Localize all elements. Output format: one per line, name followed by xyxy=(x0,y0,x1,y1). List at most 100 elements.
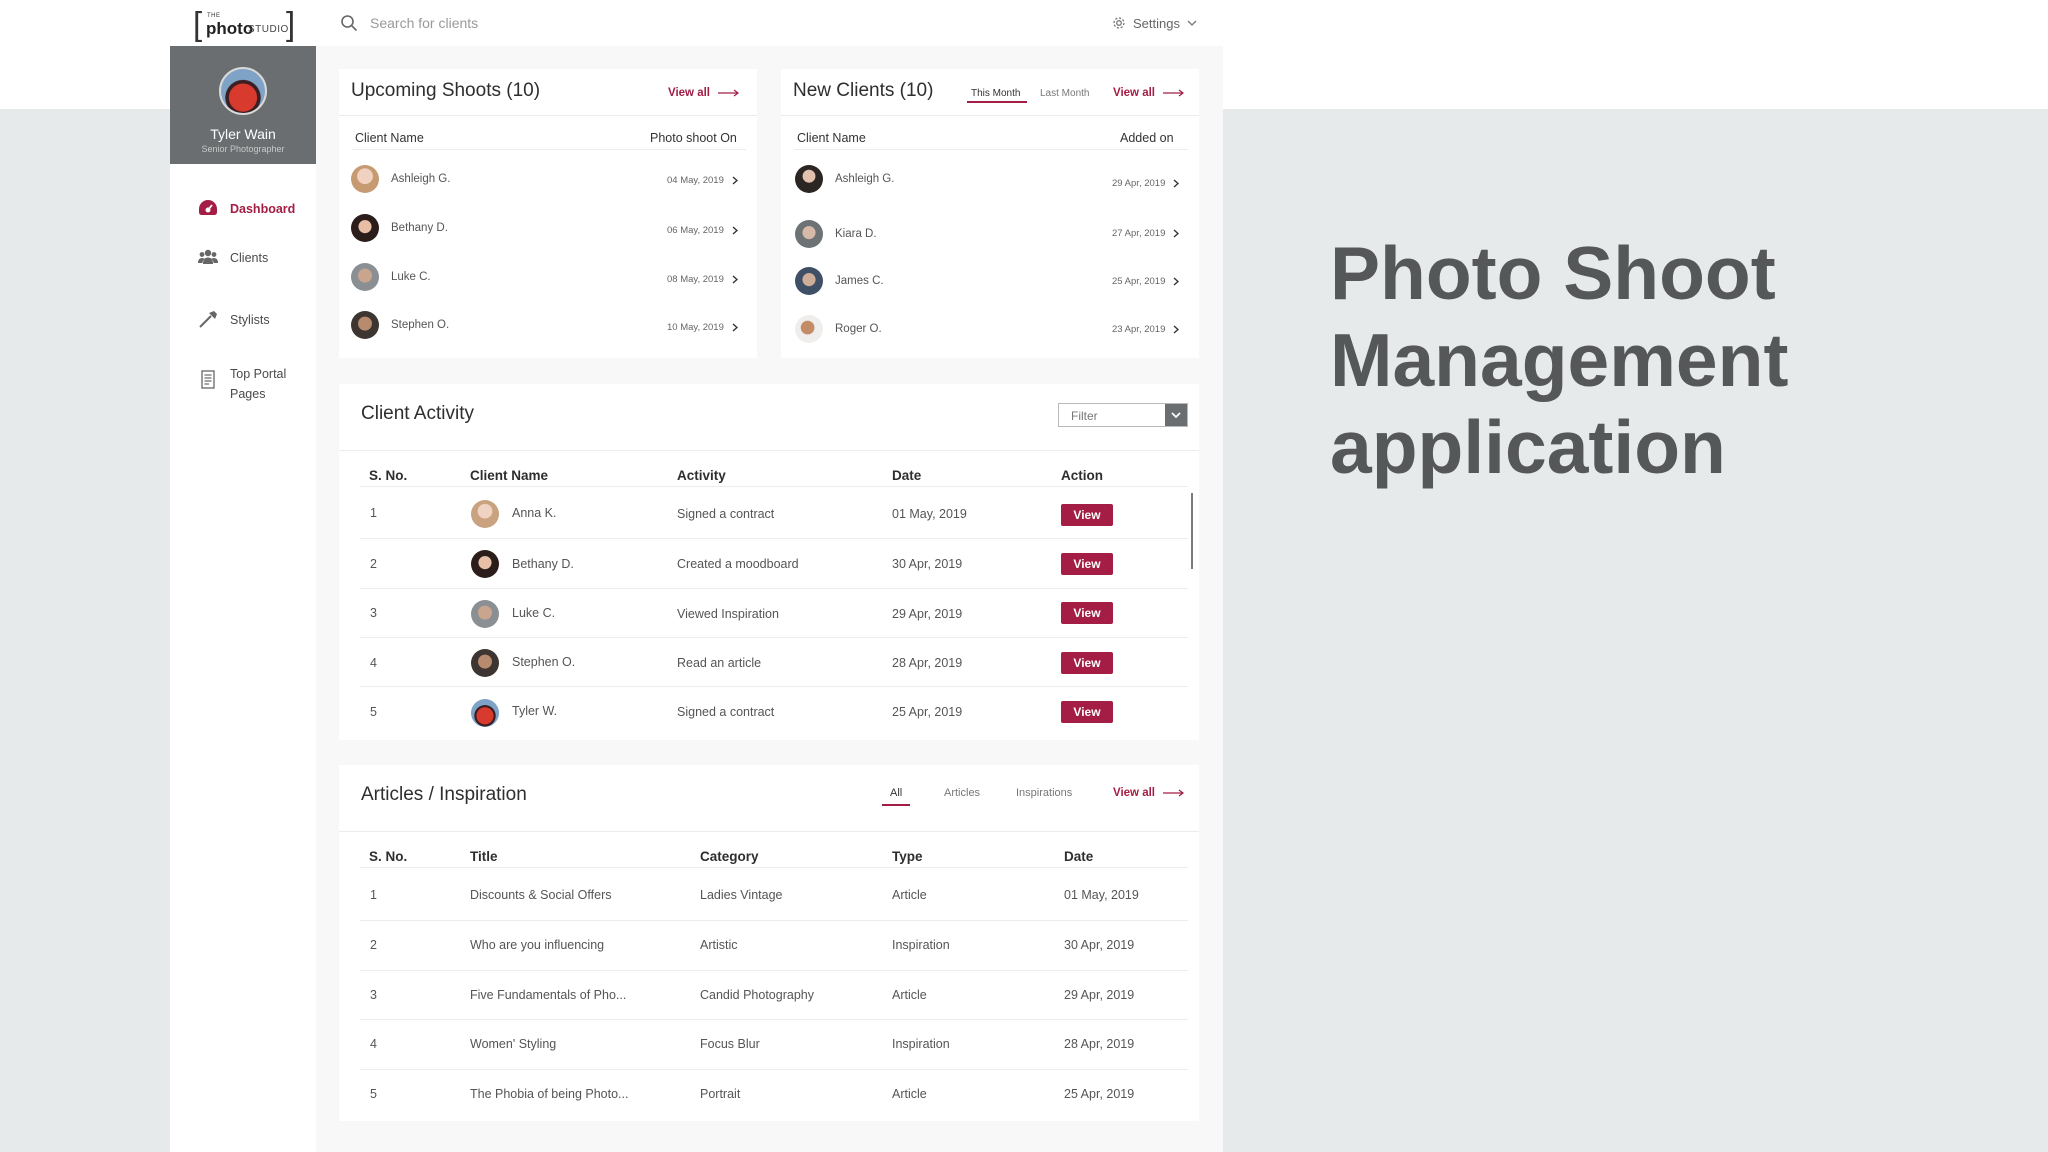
column-header-type: Type xyxy=(892,849,923,864)
pages-icon xyxy=(201,370,215,389)
cell-category: Focus Blur xyxy=(700,1037,760,1051)
avatar xyxy=(795,165,823,193)
sidebar-item-label: Top Portal Pages xyxy=(230,367,287,401)
client-name: Ashleigh G. xyxy=(835,173,895,185)
tab-articles[interactable]: Articles xyxy=(944,787,980,799)
divider xyxy=(339,450,1199,451)
added-date[interactable]: 23 Apr, 2019 xyxy=(1112,324,1180,335)
cell-client-name: Anna K. xyxy=(512,506,557,520)
scrollbar[interactable] xyxy=(1191,493,1193,569)
shoot-date[interactable]: 06 May, 2019 xyxy=(667,225,738,236)
client-name: Roger O. xyxy=(835,323,882,335)
cell-date: 01 May, 2019 xyxy=(892,507,967,521)
card-title: Upcoming Shoots (10) xyxy=(351,80,541,101)
cell-date: 30 Apr, 2019 xyxy=(892,557,963,571)
card-title: New Clients (10) xyxy=(793,80,934,101)
cell-category: Candid Photography xyxy=(700,988,814,1002)
divider xyxy=(360,637,1188,638)
hero-line: Photo Shoot xyxy=(1330,231,1776,315)
cell-client-name: Bethany D. xyxy=(512,557,574,571)
upcoming-view-all-link[interactable]: View all xyxy=(668,87,740,99)
chevron-right-icon xyxy=(732,275,738,284)
cell-s-no: 3 xyxy=(370,988,377,1002)
tab-inspirations[interactable]: Inspirations xyxy=(1016,787,1072,799)
sidebar-item-top-portal-pages[interactable]: Top Portal Pages xyxy=(198,364,300,404)
list-item[interactable]: Bethany D. xyxy=(351,210,448,246)
view-button[interactable]: View xyxy=(1061,602,1113,624)
added-date[interactable]: 29 Apr, 2019 xyxy=(1112,178,1180,189)
list-item[interactable]: Kiara D. xyxy=(795,216,877,252)
list-item[interactable]: Ashleigh G. xyxy=(795,161,894,197)
cell-date: 28 Apr, 2019 xyxy=(1064,1037,1135,1051)
filter-dropdown[interactable]: Filter xyxy=(1058,403,1188,427)
filter-label: Filter xyxy=(1071,409,1098,423)
sidebar-item-label: Stylists xyxy=(230,313,270,327)
column-header-s-no: S. No. xyxy=(369,849,408,864)
chevron-down-icon xyxy=(1171,412,1181,419)
cell-activity: Created a moodboard xyxy=(677,557,799,571)
cell-s-no: 1 xyxy=(370,888,377,902)
sidebar-item-dashboard[interactable]: Dashboard xyxy=(198,199,295,219)
cell-title: The Phobia of being Photo... xyxy=(470,1087,629,1101)
cell-client-name: Tyler W. xyxy=(512,704,558,718)
avatar xyxy=(795,220,823,248)
profile-panel: Tyler Wain Senior Photographer xyxy=(170,46,316,164)
cell-s-no: 1 xyxy=(370,506,377,520)
new-clients-view-all-link[interactable]: View all xyxy=(1113,87,1185,99)
divider xyxy=(360,867,1188,868)
list-item[interactable]: Luke C. xyxy=(351,259,431,295)
divider xyxy=(360,970,1188,971)
avatar xyxy=(795,315,823,343)
column-header-category: Category xyxy=(700,849,759,864)
sidebar-item-clients[interactable]: Clients xyxy=(198,248,268,268)
cell-s-no: 5 xyxy=(370,1087,377,1101)
clients-icon xyxy=(198,249,218,264)
avatar[interactable] xyxy=(219,67,267,115)
added-date[interactable]: 27 Apr, 2019 xyxy=(1112,228,1180,239)
avatar xyxy=(351,263,379,291)
list-item[interactable]: Stephen O. xyxy=(351,307,449,343)
avatar xyxy=(471,550,499,578)
cell-category: Artistic xyxy=(700,938,738,952)
view-button[interactable]: View xyxy=(1061,652,1113,674)
cell-date: 25 Apr, 2019 xyxy=(1064,1087,1135,1101)
added-date[interactable]: 25 Apr, 2019 xyxy=(1112,276,1180,287)
column-header-date: Date xyxy=(1064,849,1094,864)
shoot-date[interactable]: 08 May, 2019 xyxy=(667,274,738,285)
list-item[interactable]: Ashleigh G. xyxy=(351,161,450,197)
cell-title: Discounts & Social Offers xyxy=(470,888,612,902)
gear-icon xyxy=(1113,17,1125,29)
search-input[interactable] xyxy=(370,12,770,34)
cell-type: Article xyxy=(892,888,927,902)
tab-last-month[interactable]: Last Month xyxy=(1040,88,1089,99)
list-item[interactable]: James C. xyxy=(795,263,884,299)
shoot-date[interactable]: 04 May, 2019 xyxy=(667,175,738,186)
stylists-icon xyxy=(199,311,217,328)
sidebar-item-stylists[interactable]: Stylists xyxy=(198,310,270,330)
cell-date: 25 Apr, 2019 xyxy=(892,705,963,719)
view-button[interactable]: View xyxy=(1061,504,1113,526)
cell-client-name: Stephen O. xyxy=(512,655,576,669)
list-item[interactable]: Roger O. xyxy=(795,311,882,347)
cell-title: Five Fundamentals of Pho... xyxy=(470,988,627,1002)
app-logo[interactable]: [ THE photo STUDIO ] xyxy=(193,7,297,41)
articles-view-all-link[interactable]: View all xyxy=(1113,787,1185,799)
cell-title: Women' Styling xyxy=(470,1037,557,1051)
cell-activity: Read an article xyxy=(677,656,762,670)
settings-menu[interactable]: Settings xyxy=(1112,13,1197,33)
view-button[interactable]: View xyxy=(1061,701,1113,723)
divider xyxy=(360,588,1188,589)
cell-s-no: 2 xyxy=(370,557,377,571)
shoot-date[interactable]: 10 May, 2019 xyxy=(667,322,738,333)
divider xyxy=(360,1069,1188,1070)
search-icon[interactable] xyxy=(340,14,358,32)
tab-this-month[interactable]: This Month xyxy=(971,88,1020,99)
tab-all[interactable]: All xyxy=(890,787,902,799)
column-header-client-name: Client Name xyxy=(470,468,549,483)
divider xyxy=(352,149,746,150)
cell-date: 01 May, 2019 xyxy=(1064,888,1139,902)
client-name: Ashleigh G. xyxy=(391,173,451,185)
chevron-down-icon xyxy=(1187,20,1197,26)
view-button[interactable]: View xyxy=(1061,553,1113,575)
chevron-right-icon xyxy=(1173,229,1180,238)
